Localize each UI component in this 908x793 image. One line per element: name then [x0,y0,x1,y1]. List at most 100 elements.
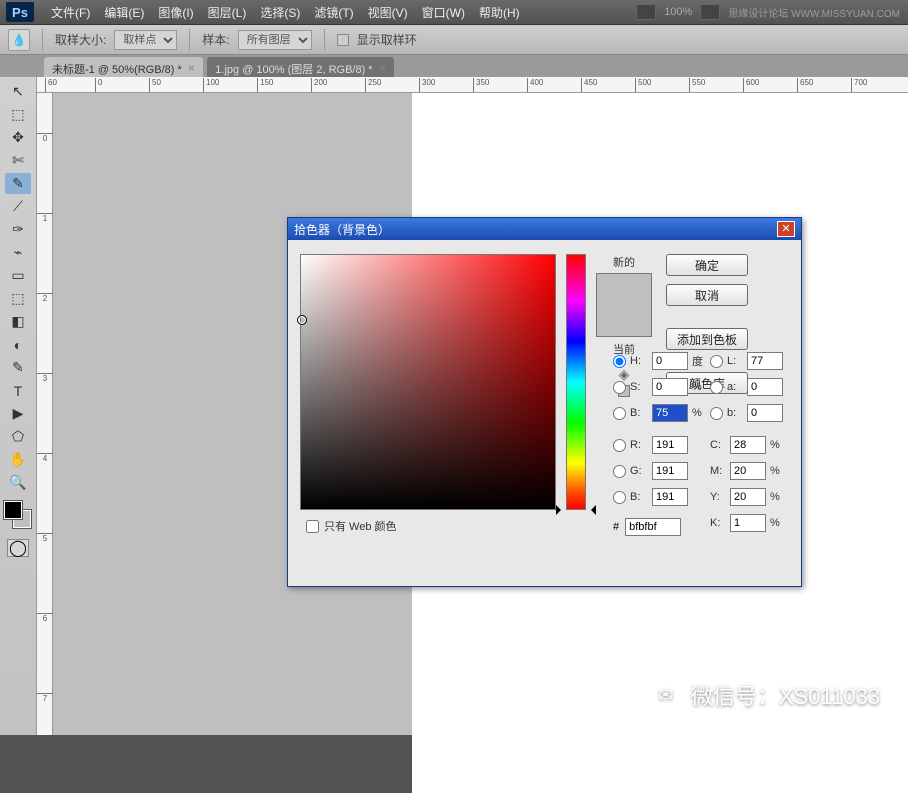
hand-tool[interactable]: ✋ [5,449,31,470]
lb-radio[interactable] [710,407,723,420]
app-logo: Ps [6,2,34,22]
sample-label: 样本: [202,31,229,48]
new-color-label: 新的 [613,254,635,270]
menu-edit[interactable]: 编辑(E) [97,4,151,21]
r-radio[interactable] [613,439,626,452]
sample-size-label: 取样大小: [55,31,106,48]
a-radio[interactable] [710,381,723,394]
document-tabs: 未标题-1 @ 50%(RGB/8) * ✕ 1.jpg @ 100% (图层 … [0,55,908,77]
screen-mode-icon[interactable] [636,4,656,20]
crop-tool[interactable]: ✄ [5,150,31,171]
hue-slider[interactable] [566,254,586,510]
zoom-tool[interactable]: 🔍 [5,472,31,493]
menu-select[interactable]: 选择(S) [253,4,307,21]
pen-tool[interactable]: ✎ [5,357,31,378]
menu-bar: Ps 文件(F) 编辑(E) 图像(I) 图层(L) 选择(S) 滤镜(T) 视… [0,0,908,25]
lasso-tool[interactable]: ✥ [5,127,31,148]
k-input[interactable] [730,514,766,532]
h-radio[interactable] [613,355,626,368]
healing-tool[interactable]: ⟋ [5,196,31,217]
ruler-horizontal: 60 0 50 100 150 200 250 300 350 400 450 … [37,77,908,93]
saturation-value-field[interactable] [300,254,556,510]
brush-tool[interactable]: ✑ [5,219,31,240]
s-input[interactable] [652,378,688,396]
eyedropper-tool[interactable]: ✎ [5,173,31,194]
foreground-swatch[interactable] [4,501,22,519]
s-radio[interactable] [613,381,626,394]
h-input[interactable] [652,352,688,370]
g-input[interactable] [652,462,688,480]
arrange-icon[interactable] [700,4,720,20]
bottom-watermark: ✉ 微信号：XS011033 [651,679,880,711]
bv-input[interactable] [652,404,688,422]
close-icon[interactable]: ✕ [777,221,795,237]
toolbox: ↖ ⬚ ✥ ✄ ✎ ⟋ ✑ ⌁ ▭ ⬚ ◧ ◐ ✎ T ▶ ⬠ ✋ 🔍 ◯ [0,77,37,735]
bl-radio[interactable] [613,491,626,504]
eraser-tool[interactable]: ⬚ [5,288,31,309]
hex-label: # [613,521,619,533]
current-color-swatch[interactable] [597,305,651,336]
web-only-row: 只有 Web 颜色 [306,518,397,534]
zoom-display: 100% [664,6,692,18]
tab-label: 1.jpg @ 100% (图层 2, RGB/8) * [215,61,372,77]
add-swatch-button[interactable]: 添加到色板 [666,328,748,350]
r-input[interactable] [652,436,688,454]
ok-button[interactable]: 确定 [666,254,748,276]
color-swatches[interactable] [4,501,32,531]
c-input[interactable] [730,436,766,454]
menu-layer[interactable]: 图层(L) [201,4,254,21]
l-radio[interactable] [710,355,723,368]
options-bar: 💧 取样大小: 取样点 样本: 所有图层 显示取样环 [0,25,908,55]
tab-close-icon[interactable]: ✕ [188,63,196,74]
menu-filter[interactable]: 滤镜(T) [307,4,360,21]
marquee-tool[interactable]: ⬚ [5,104,31,125]
a-input[interactable] [747,378,783,396]
quickmask-toggle[interactable]: ◯ [7,539,29,557]
sv-cursor-icon [297,315,307,325]
b-radio[interactable] [613,407,626,420]
tab-close-icon[interactable]: ✕ [379,63,387,74]
top-watermark: 思缘设计论坛 WWW.MISSYUAN.COM [728,5,900,20]
g-radio[interactable] [613,465,626,478]
tab-image[interactable]: 1.jpg @ 100% (图层 2, RGB/8) * ✕ [207,57,394,77]
history-brush-tool[interactable]: ▭ [5,265,31,286]
sample-size-select[interactable]: 取样点 [114,30,177,50]
dialog-title: 拾色器（背景色） [294,221,390,238]
m-input[interactable] [730,462,766,480]
color-picker-dialog: 拾色器（背景色） ✕ 新的 当前 ◈ 确定 取消 添加到色板 颜色库 H:度 S [287,217,802,587]
cancel-button[interactable]: 取消 [666,284,748,306]
blur-tool[interactable]: ◐ [5,334,31,355]
lab-cmyk-fields: L: a: b: C:% M:% Y:% K:% [710,348,786,536]
y-input[interactable] [730,488,766,506]
eyedropper-tool-icon[interactable]: 💧 [8,29,30,51]
tab-label: 未标题-1 @ 50%(RGB/8) * [52,61,182,77]
ruler-vertical: 0 1 2 3 4 5 6 7 [37,93,53,735]
new-color-swatch [597,274,651,305]
menu-help[interactable]: 帮助(H) [472,4,527,21]
gradient-tool[interactable]: ◧ [5,311,31,332]
type-tool[interactable]: T [5,380,31,401]
web-only-checkbox[interactable] [306,520,319,533]
menu-view[interactable]: 视图(V) [361,4,415,21]
show-ring-label: 显示取样环 [357,31,417,48]
l-input[interactable] [747,352,783,370]
lb-input[interactable] [747,404,783,422]
dialog-titlebar[interactable]: 拾色器（背景色） ✕ [288,218,801,240]
b-input[interactable] [652,488,688,506]
menu-image[interactable]: 图像(I) [151,4,200,21]
sample-layers-select[interactable]: 所有图层 [238,30,312,50]
wechat-icon: ✉ [651,680,681,710]
color-preview [596,273,652,337]
menu-window[interactable]: 窗口(W) [415,4,472,21]
move-tool[interactable]: ↖ [5,81,31,102]
hex-row: # [613,518,681,536]
shape-tool[interactable]: ⬠ [5,426,31,447]
path-select-tool[interactable]: ▶ [5,403,31,424]
show-ring-checkbox[interactable] [337,34,349,46]
menu-file[interactable]: 文件(F) [44,4,97,21]
hsb-rgb-fields: H:度 S:% B:% R: G: B: [613,348,708,510]
hex-input[interactable] [625,518,681,536]
stamp-tool[interactable]: ⌁ [5,242,31,263]
web-only-label: 只有 Web 颜色 [324,518,397,534]
tab-untitled[interactable]: 未标题-1 @ 50%(RGB/8) * ✕ [44,57,203,77]
